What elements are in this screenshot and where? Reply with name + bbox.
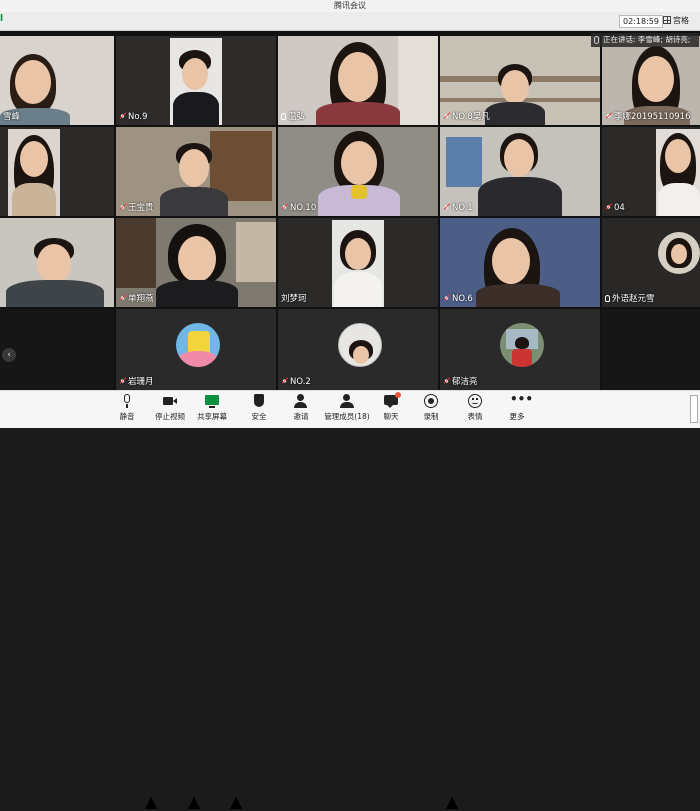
tile-label: NO.6 <box>443 293 473 305</box>
stop-video-button[interactable]: 停止视频 <box>154 394 186 427</box>
share-options-caret[interactable]: ▲ <box>230 792 242 811</box>
tile-label: 温弘 <box>281 111 305 123</box>
page-left-button[interactable]: ‹ <box>2 348 16 362</box>
chat-icon <box>384 392 401 408</box>
share-screen-icon <box>205 394 219 408</box>
tile-label: 王宝贵 <box>119 202 154 214</box>
mic-icon <box>594 36 599 44</box>
video-tile[interactable]: 单翔燕 <box>116 218 276 307</box>
video-tile[interactable]: 郁洁亮 <box>440 309 600 390</box>
video-tile[interactable]: No.9 <box>116 36 276 125</box>
tile-label: NO.2 <box>281 376 311 388</box>
tile-label: 04 <box>605 202 625 214</box>
add-user-icon <box>294 394 308 408</box>
meeting-toolbar: 静音 ▲ 停止视频 ▲ 共享屏幕 ▲ 安全 邀请 管理成员(18) 聊天 录制 … <box>0 390 700 811</box>
layout-grid-button[interactable]: 宫格 <box>663 15 689 27</box>
tile-label: No.9 <box>119 111 148 123</box>
grid-icon <box>663 16 671 24</box>
more-dots-icon: ••• <box>510 392 534 406</box>
mic-muted-icon <box>443 294 450 302</box>
window-title: 腾讯会议 <box>0 0 700 12</box>
tile-label: NO.10 <box>281 202 316 214</box>
members-icon <box>340 394 354 408</box>
smiley-icon <box>468 394 482 408</box>
shield-icon <box>252 394 266 408</box>
tile-label: 刘梦珂 <box>281 294 307 304</box>
video-tile[interactable]: 李娜20195110916 <box>602 36 700 125</box>
signal-indicator: l <box>0 14 4 24</box>
video-tile[interactable]: NO.10 <box>278 127 438 216</box>
record-button[interactable]: 录制 <box>420 394 442 427</box>
video-grid: 雪峰 No.9 温弘 NO.8吴凡 李娜20195110916 王宝贵 NO.1… <box>0 31 700 390</box>
video-tile[interactable]: 外语赵元雪 <box>602 218 700 307</box>
tile-label: 单翔燕 <box>119 293 154 305</box>
more-button[interactable]: ••• 更多 <box>506 392 534 427</box>
unread-badge <box>395 392 401 398</box>
video-tile[interactable] <box>602 309 700 390</box>
video-tile[interactable]: 王宝贵 <box>116 127 276 216</box>
invite-button[interactable]: 邀请 <box>290 394 312 427</box>
mic-muted-icon <box>443 377 450 385</box>
chat-button[interactable]: 聊天 <box>380 392 402 427</box>
tile-label: 外语赵元雪 <box>605 293 655 305</box>
reactions-button[interactable]: 表情 <box>464 394 486 427</box>
tile-label: NO.8吴凡 <box>443 111 490 123</box>
avatar <box>338 323 382 367</box>
mic-muted-icon <box>281 203 288 211</box>
video-tile[interactable]: NO.2 <box>278 309 438 390</box>
speaking-indicator: 正在讲话: 李雪峰; 胡诗亮; <box>591 33 699 47</box>
scroll-handle[interactable] <box>690 395 698 423</box>
mic-muted-icon <box>605 112 612 120</box>
video-tile[interactable]: NO.1 <box>440 127 600 216</box>
video-tile[interactable]: NO.8吴凡 <box>440 36 600 125</box>
tile-label: NO.1 <box>443 202 473 214</box>
meeting-timer: 02:18:59 <box>619 15 663 28</box>
share-screen-button[interactable]: 共享屏幕 <box>196 394 228 427</box>
video-tile[interactable]: NO.6 <box>440 218 600 307</box>
mic-muted-icon <box>119 112 126 120</box>
mic-muted-icon <box>119 294 126 302</box>
video-options-caret[interactable]: ▲ <box>188 792 200 811</box>
video-tile[interactable]: 04 <box>602 127 700 216</box>
video-tile[interactable]: 雪峰 <box>0 36 114 125</box>
tile-label: 雪峰 <box>3 112 21 122</box>
video-tile[interactable]: 温弘 <box>278 36 438 125</box>
manage-members-button[interactable]: 管理成员(18) <box>323 394 371 427</box>
tile-label: 岩珊月 <box>119 376 154 388</box>
layout-label: 宫格 <box>673 16 689 25</box>
mic-icon <box>605 295 610 302</box>
video-tile[interactable]: 岩珊月 <box>116 309 276 390</box>
microphone-icon <box>120 394 134 408</box>
video-tile[interactable] <box>0 218 114 307</box>
mic-muted-icon <box>443 203 450 211</box>
avatar <box>176 323 220 367</box>
camera-icon <box>163 394 177 408</box>
mic-muted-icon <box>605 203 612 211</box>
mic-icon <box>281 113 286 120</box>
record-icon <box>424 394 438 408</box>
record-options-caret[interactable]: ▲ <box>446 792 458 811</box>
video-tile[interactable] <box>0 127 114 216</box>
video-tile[interactable]: 刘梦珂 <box>278 218 438 307</box>
mic-muted-icon <box>119 203 126 211</box>
tile-label: 李娜20195110916 <box>605 111 691 123</box>
mute-button[interactable]: 静音 <box>116 394 138 427</box>
avatar <box>500 323 544 367</box>
mute-options-caret[interactable]: ▲ <box>145 792 157 811</box>
video-tile[interactable] <box>0 309 114 390</box>
mic-muted-icon <box>281 377 288 385</box>
mic-muted-icon <box>443 112 450 120</box>
top-bar: l 02:18:59 宫格 <box>0 12 700 31</box>
security-button[interactable]: 安全 <box>248 394 270 427</box>
tile-label: 郁洁亮 <box>443 376 478 388</box>
mic-muted-icon <box>119 377 126 385</box>
